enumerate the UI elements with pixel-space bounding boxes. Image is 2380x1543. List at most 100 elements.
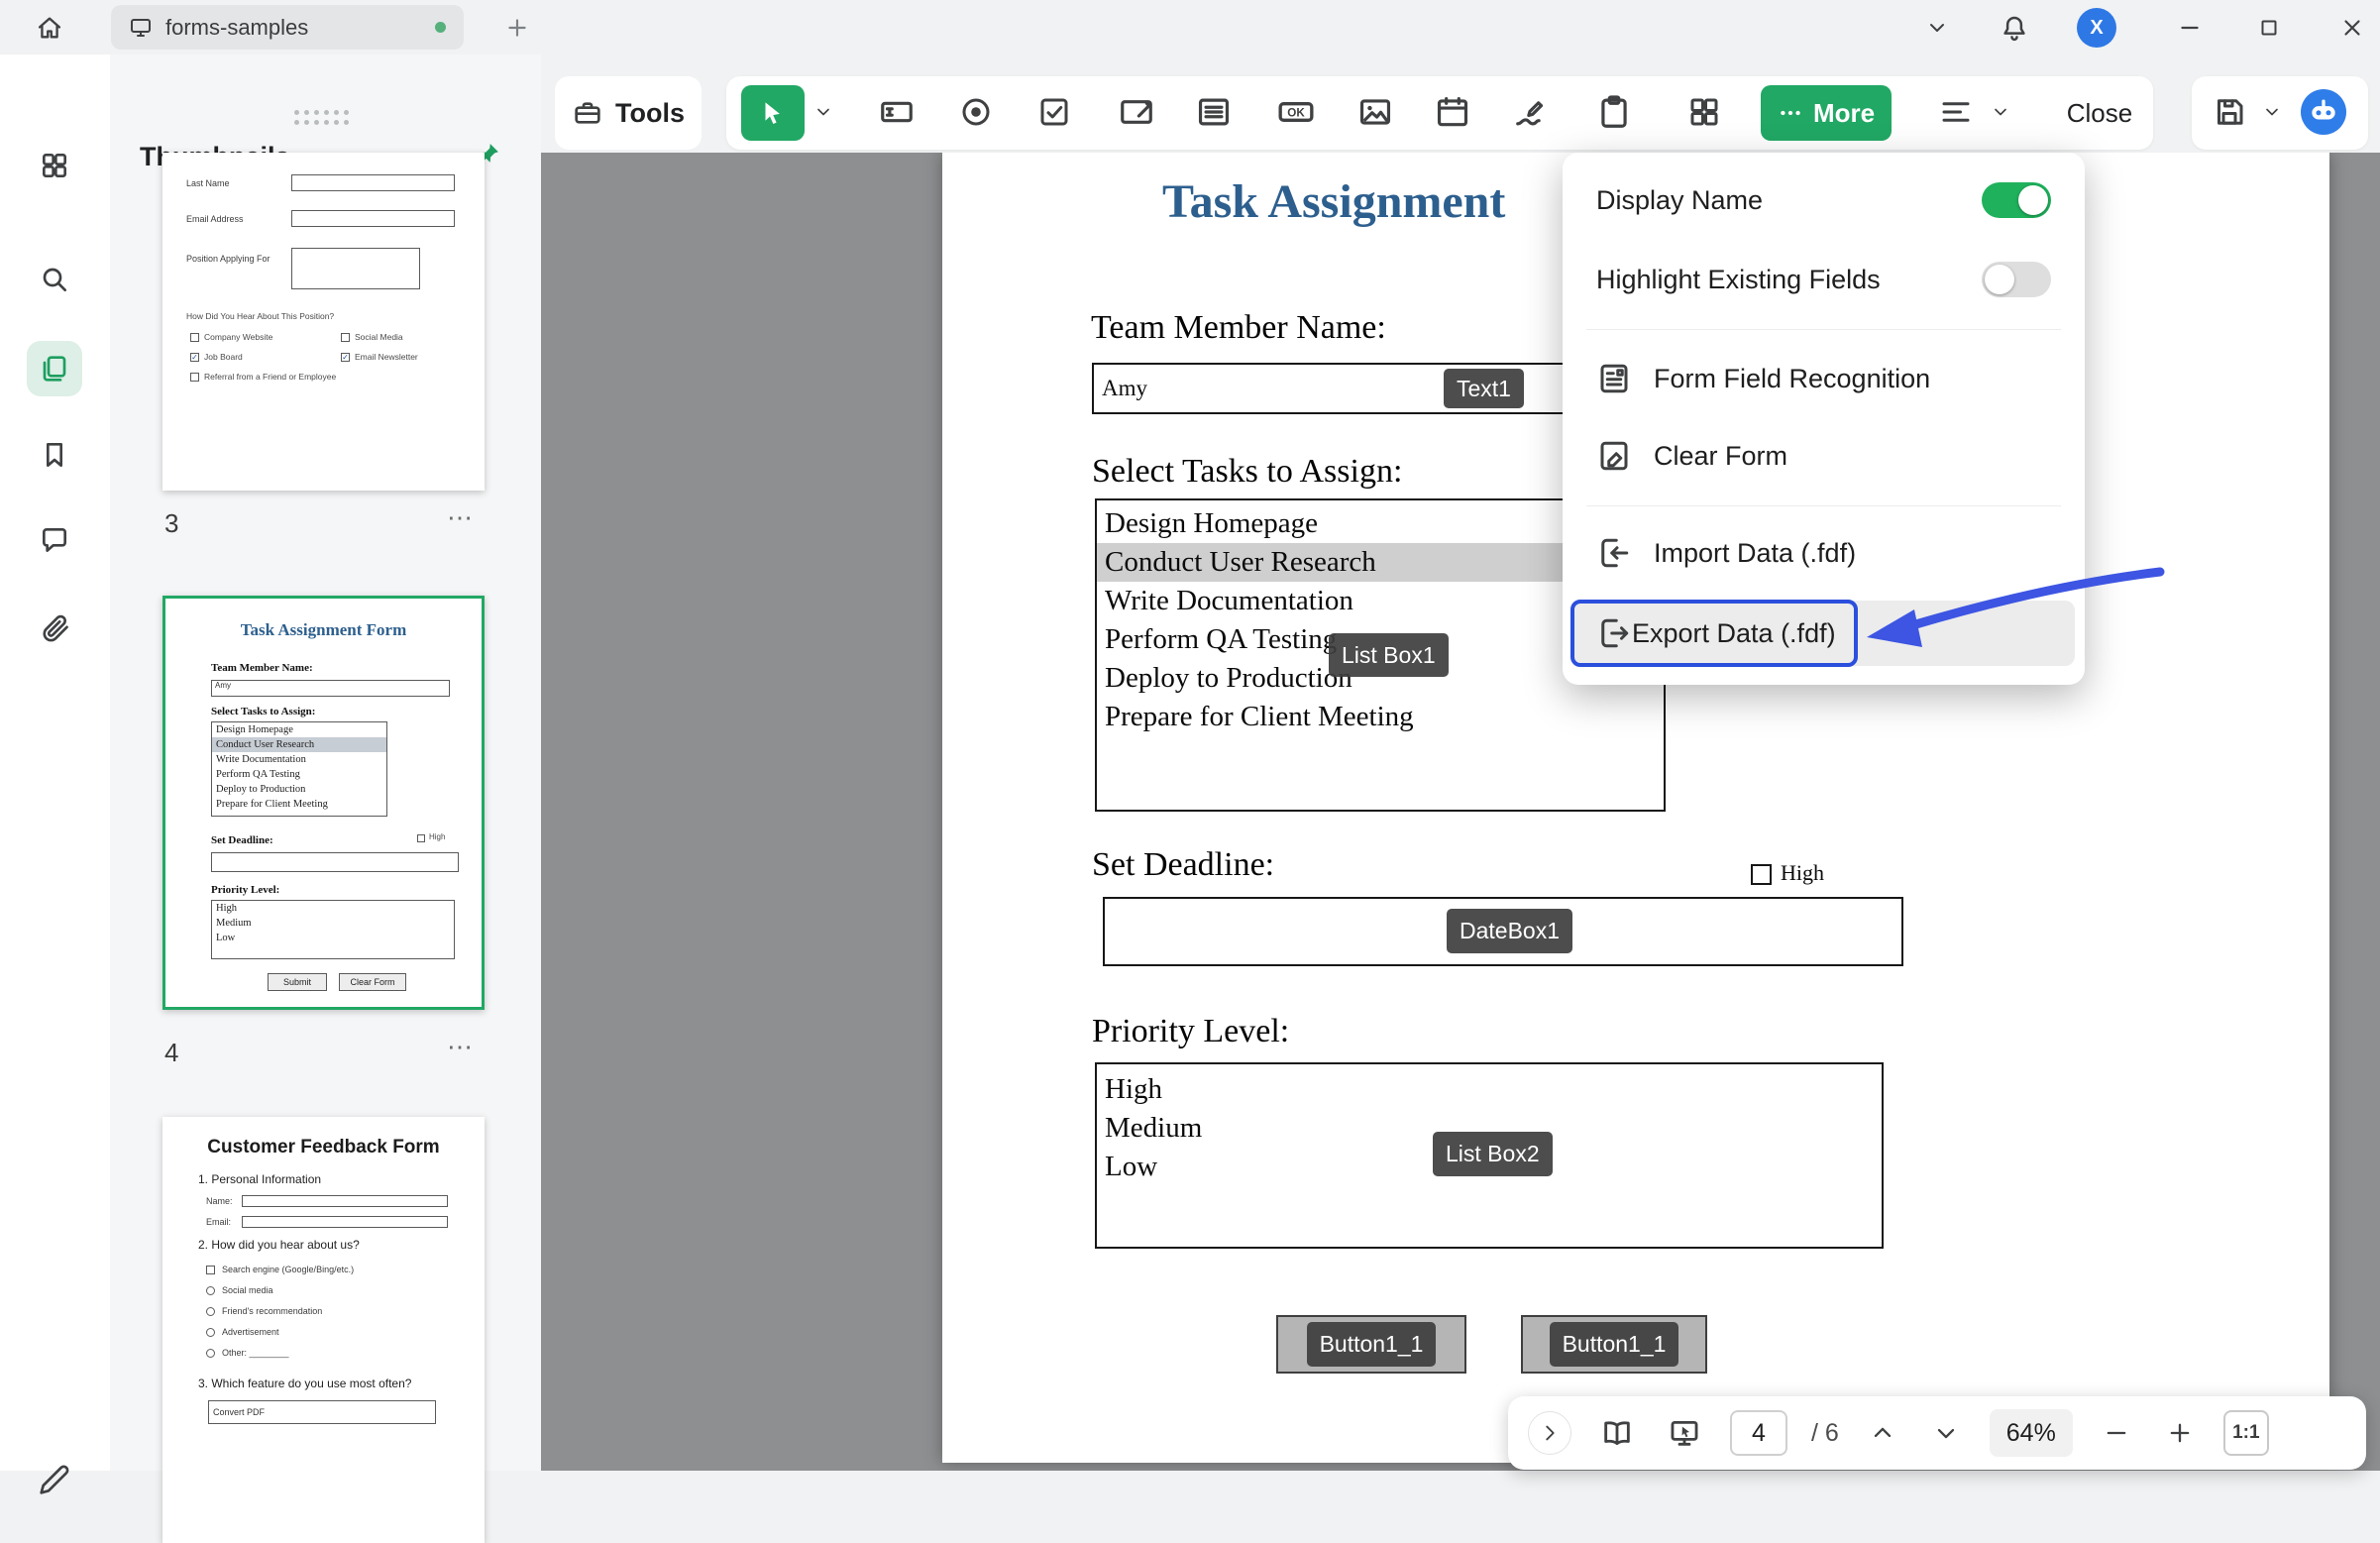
field-name-badge: List Box1: [1329, 633, 1449, 677]
pages-icon: [39, 353, 70, 385]
thumb-label: Name:: [206, 1196, 233, 1206]
display-name-toggle[interactable]: [1982, 182, 2051, 218]
rail-apps-button[interactable]: [27, 138, 82, 193]
rail-bookmarks-button[interactable]: [27, 427, 82, 483]
thumb-option: Referral from a Friend or Employee: [204, 372, 336, 382]
high-checkbox[interactable]: [1751, 864, 1772, 885]
presentation-mode-button[interactable]: [1663, 1411, 1706, 1455]
thumbnail-page-4-selected[interactable]: Task Assignment Form Team Member Name: A…: [162, 596, 485, 1010]
rail-search-button[interactable]: [27, 252, 82, 307]
tools-button[interactable]: Tools: [555, 76, 702, 150]
close-form-mode-button[interactable]: Close: [2049, 85, 2150, 141]
list-box-icon: [1195, 93, 1233, 131]
menu-item-export-data[interactable]: Export Data (.fdf): [1572, 601, 2075, 666]
chevron-down-icon: [1932, 1419, 1960, 1447]
robot-icon: [2304, 92, 2343, 132]
next-page-button[interactable]: [1926, 1413, 1966, 1453]
thumb-input: [291, 248, 420, 289]
list-option[interactable]: Prepare for Client Meeting: [1097, 698, 1664, 736]
thumbnail-menu-button[interactable]: ⋯: [447, 1032, 475, 1062]
notifications-button[interactable]: [1994, 8, 2035, 48]
field-name-badge: DateBox1: [1447, 909, 1572, 953]
thumbnail-page-5[interactable]: Customer Feedback Form 1. Personal Infor…: [162, 1117, 485, 1543]
signature-field-tool[interactable]: [1504, 84, 1560, 140]
text-field-tool[interactable]: [869, 84, 924, 140]
user-avatar[interactable]: X: [2077, 8, 2116, 48]
select-tool-button[interactable]: [741, 85, 805, 141]
align-tool[interactable]: [1928, 84, 1984, 140]
minimize-icon: [2177, 15, 2203, 41]
tools-label: Tools: [615, 98, 685, 129]
list-box-tool[interactable]: [1186, 84, 1242, 140]
maximize-button[interactable]: [2249, 11, 2289, 45]
form-button-1[interactable]: Button1_1: [1276, 1315, 1466, 1374]
expand-bar-button[interactable]: [1528, 1411, 1571, 1455]
thumb-field-label: Last Name: [186, 178, 230, 188]
page-number-input[interactable]: 4: [1730, 1410, 1787, 1456]
search-icon: [39, 264, 70, 295]
panel-drag-handle[interactable]: [294, 110, 358, 125]
radio-button-tool[interactable]: [948, 84, 1004, 140]
grid-view-tool[interactable]: [1677, 84, 1732, 140]
rail-attachments-button[interactable]: [27, 601, 82, 656]
document-tab[interactable]: forms-samples: [111, 5, 464, 50]
zoom-level[interactable]: 64%: [1990, 1409, 2073, 1457]
unsaved-dot: [435, 22, 446, 33]
ai-assistant-button[interactable]: [2301, 89, 2346, 135]
high-checkbox-label: High: [1781, 860, 1824, 886]
read-mode-button[interactable]: [1595, 1411, 1639, 1455]
team-member-label: Team Member Name:: [1091, 309, 1386, 347]
list-option[interactable]: High: [1097, 1070, 1882, 1109]
menu-item-import-data[interactable]: Import Data (.fdf): [1596, 523, 2051, 583]
paste-tool[interactable]: [1586, 84, 1642, 140]
priority-label: Priority Level:: [1092, 1013, 1289, 1050]
close-window-button[interactable]: [2332, 11, 2372, 45]
menu-item-form-field-recognition[interactable]: Form Field Recognition: [1596, 349, 2051, 408]
combo-box-tool[interactable]: [1109, 84, 1164, 140]
more-button[interactable]: More: [1761, 85, 1892, 141]
image-icon: [1356, 93, 1394, 131]
thumbnail-menu-button[interactable]: ⋯: [447, 502, 475, 533]
form-button-2[interactable]: Button1_1: [1521, 1315, 1707, 1374]
date-field-tool[interactable]: [1425, 84, 1480, 140]
menu-divider: [1586, 329, 2061, 330]
zoom-in-button[interactable]: [2160, 1413, 2200, 1453]
save-button[interactable]: [2202, 84, 2257, 140]
menu-divider: [1586, 505, 2061, 506]
comment-icon: [39, 524, 70, 556]
home-button[interactable]: [30, 8, 69, 48]
thumb-input: [242, 1195, 448, 1207]
titlebar-chevron-button[interactable]: [1917, 12, 1957, 44]
image-field-tool[interactable]: [1348, 84, 1403, 140]
highlight-fields-label: Highlight Existing Fields: [1596, 265, 1881, 295]
rail-comments-button[interactable]: [27, 512, 82, 568]
highlight-fields-toggle[interactable]: [1982, 262, 2051, 297]
thumbnail-page-3[interactable]: Last Name Email Address Position Applyin…: [162, 153, 485, 491]
zoom-out-button[interactable]: [2097, 1413, 2136, 1453]
previous-page-button[interactable]: [1863, 1413, 1902, 1453]
combo-box-icon: [1118, 93, 1155, 131]
thumb-input: [211, 852, 459, 872]
chevron-down-icon: [1991, 102, 2010, 122]
cursor-icon: [758, 98, 788, 128]
thumb-label: Email:: [206, 1217, 231, 1227]
align-chevron[interactable]: [1988, 99, 2013, 125]
thumb-radio: [206, 1307, 215, 1316]
thumb-option: Social Media: [355, 332, 403, 342]
thumb-option: Friend's recommendation: [222, 1306, 322, 1316]
rail-thumbnails-button[interactable]: [27, 341, 82, 396]
radio-icon: [958, 94, 994, 130]
rail-pen-button[interactable]: [27, 1452, 82, 1507]
new-tab-button[interactable]: [500, 11, 534, 45]
minimize-button[interactable]: [2170, 11, 2210, 45]
thumb-list-item: Medium: [212, 916, 454, 931]
actual-size-button[interactable]: 1:1: [2223, 1410, 2269, 1456]
checkbox-tool[interactable]: [1027, 84, 1082, 140]
push-button-tool[interactable]: OK: [1268, 84, 1324, 140]
thumb-list-item: Design Homepage: [212, 722, 386, 737]
save-chevron[interactable]: [2259, 99, 2285, 125]
select-tool-chevron[interactable]: [811, 99, 836, 125]
checkbox-icon: [1036, 94, 1072, 130]
bookmark-icon: [39, 439, 70, 471]
menu-item-clear-form[interactable]: Clear Form: [1596, 426, 2051, 486]
